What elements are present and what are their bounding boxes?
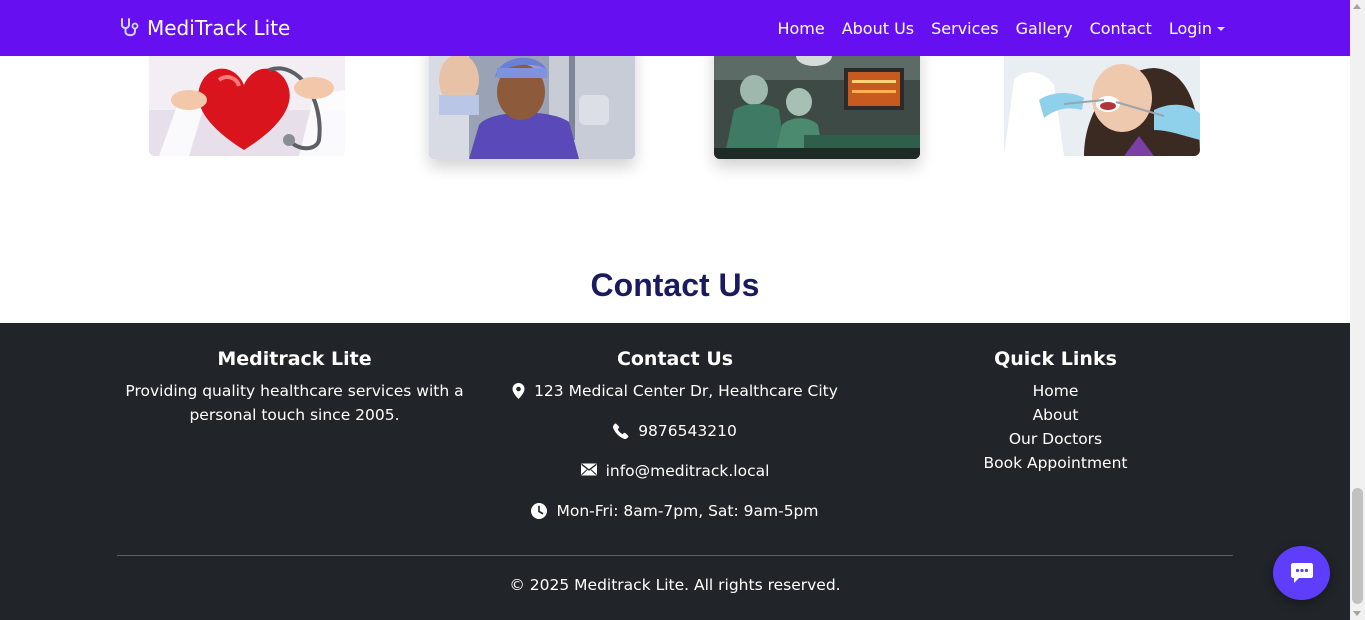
footer-quick-links-title: Quick Links	[994, 348, 1117, 370]
nav-gallery[interactable]: Gallery	[1016, 19, 1073, 38]
brand-link[interactable]: MediTrack Lite	[117, 13, 290, 43]
gallery-image-heart[interactable]	[149, 40, 345, 156]
nav-home[interactable]: Home	[777, 19, 824, 38]
quick-link-about[interactable]: About	[878, 403, 1233, 427]
quick-link-home[interactable]: Home	[878, 379, 1233, 403]
footer-divider	[117, 555, 1233, 556]
footer-address: 123 Medical Center Dr, Healthcare City	[480, 379, 870, 419]
quick-link-book-appointment[interactable]: Book Appointment	[878, 451, 1233, 475]
footer-about-text-line1: Providing quality healthcare services wi…	[125, 382, 464, 400]
email-text: info@meditrack.local	[605, 462, 770, 480]
quick-link-our-doctors[interactable]: Our Doctors	[878, 427, 1233, 451]
page-scrollbar[interactable]	[1350, 0, 1365, 620]
footer-about-title: Meditrack Lite	[217, 348, 372, 370]
top-navbar: MediTrack Lite Home About Us Services Ga…	[0, 0, 1350, 56]
nav-contact[interactable]: Contact	[1090, 19, 1152, 38]
gallery-image-doctor[interactable]	[429, 40, 635, 159]
scroll-down-icon[interactable]	[1353, 611, 1361, 616]
map-pin-icon	[512, 383, 525, 399]
site-footer: Meditrack Lite Providing quality healthc…	[0, 323, 1350, 620]
footer-about-text-line2: personal touch since 2005.	[189, 406, 400, 424]
stethoscope-icon	[121, 18, 139, 37]
footer-contact: Contact Us 123 Medical Center Dr, Health…	[480, 347, 870, 539]
footer-phone: 9876543210	[480, 419, 870, 459]
brand-name: MediTrack Lite	[147, 16, 291, 40]
contact-section-title: Contact Us	[590, 267, 760, 303]
heart-stethoscope-image	[149, 40, 345, 156]
footer-contact-title: Contact Us	[616, 348, 734, 370]
phone-icon	[613, 423, 629, 439]
copyright-text: © 2025 Meditrack Lite. All rights reserv…	[509, 576, 841, 594]
operating-room-image	[714, 40, 920, 159]
chat-bubble-icon	[1290, 563, 1313, 583]
chat-button[interactable]	[1273, 546, 1330, 600]
nav-login-label: Login	[1168, 18, 1212, 38]
gallery-image-surgery[interactable]	[714, 40, 920, 159]
dental-checkup-image	[1004, 40, 1200, 156]
nav-about-us[interactable]: About Us	[842, 19, 914, 38]
nav-login-dropdown[interactable]: Login	[1169, 19, 1225, 38]
clock-icon	[531, 503, 548, 519]
envelope-icon	[580, 463, 597, 476]
hours-text: Mon-Fri: 8am-7pm, Sat: 9am-5pm	[556, 502, 819, 520]
gallery-image-dental[interactable]	[1004, 40, 1200, 156]
phone-text: 9876543210	[638, 422, 737, 440]
doctor-scrubs-image	[429, 40, 635, 159]
footer-about: Meditrack Lite Providing quality healthc…	[117, 347, 472, 427]
chevron-down-icon	[1217, 27, 1225, 31]
footer-email: info@meditrack.local	[480, 459, 870, 499]
nav-services[interactable]: Services	[931, 19, 998, 38]
scroll-up-icon[interactable]	[1353, 4, 1361, 9]
footer-quick-links: Quick Links Home About Our Doctors Book …	[878, 347, 1233, 475]
footer-hours: Mon-Fri: 8am-7pm, Sat: 9am-5pm	[480, 499, 870, 539]
nav-links: Home About Us Services Gallery Contact L…	[760, 0, 1225, 56]
address-text: 123 Medical Center Dr, Healthcare City	[534, 382, 838, 400]
scrollbar-thumb[interactable]	[1352, 488, 1363, 604]
